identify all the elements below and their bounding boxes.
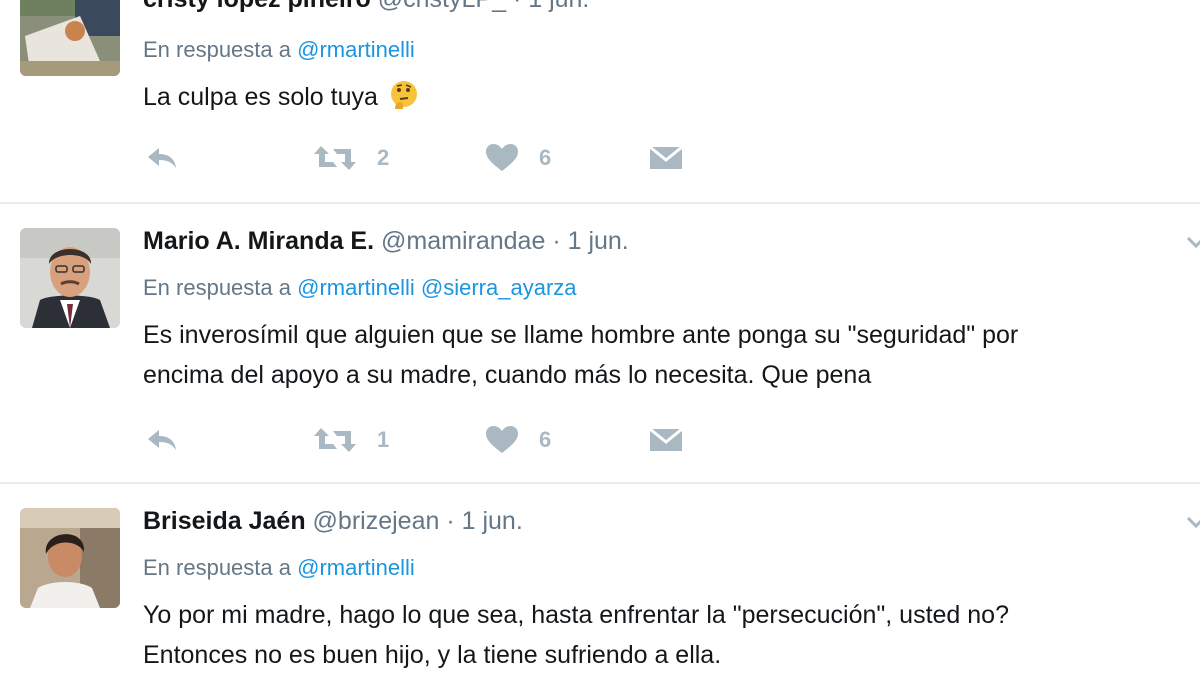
like-count: 6 <box>539 145 552 170</box>
tweet-timestamp[interactable]: 1 jun. <box>528 0 589 13</box>
like-button[interactable]: 6 <box>485 140 551 176</box>
reply-context: En respuesta a @rmartinelli <box>143 554 415 582</box>
thinking-face-emoji <box>389 79 419 122</box>
tweet-3[interactable]: Briseida Jaén @brizejean · 1 jun. En res… <box>0 484 1200 675</box>
tweet-text: La culpa es solo tuya <box>143 78 1200 122</box>
author-name[interactable]: Mario A. Miranda E. <box>143 227 374 255</box>
reply-button[interactable] <box>145 422 179 458</box>
chevron-down-icon[interactable] <box>1186 232 1200 252</box>
mention-link[interactable]: @rmartinelli <box>297 555 415 580</box>
reply-button[interactable] <box>145 140 179 176</box>
tweet-text: Yo por mi madre, hago lo que sea, hasta … <box>143 596 1200 674</box>
retweet-icon <box>314 146 356 170</box>
tweet-1[interactable]: cristy lopez piñeiro @cristyLP_ · 1 jun.… <box>0 0 1200 200</box>
avatar[interactable] <box>20 508 120 608</box>
author-handle[interactable]: @mamirandae <box>381 227 545 255</box>
author-handle[interactable]: @brizejean <box>313 507 440 535</box>
avatar[interactable] <box>20 228 120 328</box>
separator-dot: · <box>513 0 521 13</box>
author-name[interactable]: Briseida Jaén <box>143 507 306 535</box>
reply-prefix: En respuesta a <box>143 37 291 62</box>
avatar[interactable] <box>20 0 120 76</box>
reply-context: En respuesta a @rmartinelli @sierra_ayar… <box>143 274 577 302</box>
reply-prefix: En respuesta a <box>143 275 291 300</box>
chevron-down-icon[interactable] <box>1186 512 1200 532</box>
retweet-icon <box>314 428 356 452</box>
retweet-button[interactable]: 1 <box>313 422 389 458</box>
tweet-text-line: Entonces no es buen hijo, y la tiene suf… <box>143 641 722 669</box>
tweet-timestamp[interactable]: 1 jun. <box>462 507 523 535</box>
avatar-image <box>20 508 120 608</box>
tweet-2[interactable]: Mario A. Miranda E. @mamirandae · 1 jun.… <box>0 204 1200 482</box>
tweet-text-line: Yo por mi madre, hago lo que sea, hasta … <box>143 601 1009 629</box>
mention-link[interactable]: @rmartinelli @sierra_ayarza <box>297 275 576 300</box>
direct-message-button[interactable] <box>649 422 683 458</box>
reply-icon <box>148 430 176 450</box>
like-button[interactable]: 6 <box>485 422 551 458</box>
direct-message-icon <box>649 427 683 451</box>
retweet-count: 2 <box>377 145 390 170</box>
tweet-text-line: encima del apoyo a su madre, cuando más … <box>143 361 872 389</box>
direct-message-button[interactable] <box>649 140 683 176</box>
reply-context: En respuesta a @rmartinelli <box>143 36 415 64</box>
mention-link[interactable]: @rmartinelli <box>297 37 415 62</box>
separator-dot: · <box>552 227 561 255</box>
retweet-count: 1 <box>377 427 390 452</box>
separator-dot: · <box>446 507 455 535</box>
avatar-image <box>20 228 120 328</box>
author-handle[interactable]: @cristyLP_ <box>378 0 506 13</box>
tweet-text-line: Es inverosímil que alguien que se llame … <box>143 321 1019 349</box>
reply-icon <box>148 148 176 168</box>
tweet-timestamp[interactable]: 1 jun. <box>568 227 629 255</box>
retweet-button[interactable]: 2 <box>313 140 389 176</box>
author-name[interactable]: cristy lopez piñeiro <box>143 0 371 13</box>
direct-message-icon <box>649 145 683 169</box>
like-count: 6 <box>539 427 552 452</box>
like-icon <box>486 426 518 453</box>
like-icon <box>486 144 518 171</box>
avatar-image <box>20 0 120 76</box>
tweet-text-line: La culpa es solo tuya <box>143 83 378 111</box>
tweet-text: Es inverosímil que alguien que se llame … <box>143 316 1200 394</box>
reply-prefix: En respuesta a <box>143 555 291 580</box>
